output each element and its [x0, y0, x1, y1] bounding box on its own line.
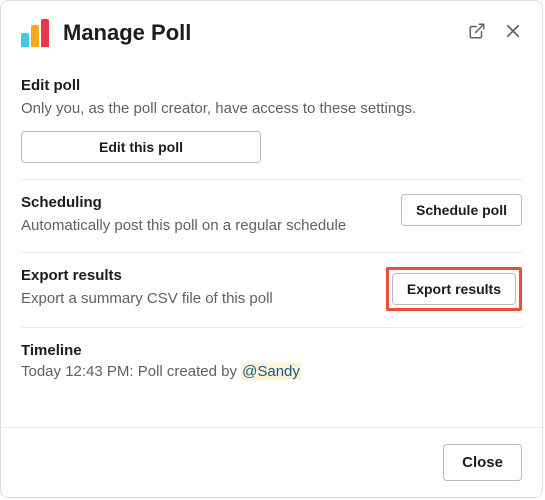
timeline-text: Today 12:43 PM: Poll created by [21, 363, 241, 380]
export-title: Export results [21, 267, 376, 284]
timeline-entry: Today 12:43 PM: Poll created by @Sandy [21, 363, 522, 380]
close-button[interactable]: Close [443, 444, 522, 481]
scheduling-desc: Automatically post this poll on a regula… [21, 215, 391, 236]
timeline-section: Timeline Today 12:43 PM: Poll created by… [21, 327, 522, 396]
close-icon[interactable] [504, 22, 522, 45]
modal-content: Edit poll Only you, as the poll creator,… [1, 57, 542, 427]
export-desc: Export a summary CSV file of this poll [21, 288, 376, 309]
export-results-button[interactable]: Export results [392, 273, 516, 305]
edit-this-poll-button[interactable]: Edit this poll [21, 131, 261, 163]
modal-title: Manage Poll [63, 20, 456, 46]
export-section: Export results Export a summary CSV file… [21, 252, 522, 327]
export-highlight: Export results [386, 267, 522, 311]
user-mention[interactable]: @Sandy [241, 363, 301, 380]
edit-poll-title: Edit poll [21, 77, 522, 94]
poll-logo-icon [21, 19, 51, 47]
timeline-title: Timeline [21, 342, 522, 359]
schedule-poll-button[interactable]: Schedule poll [401, 194, 522, 226]
modal-footer: Close [1, 427, 542, 497]
edit-poll-desc: Only you, as the poll creator, have acce… [21, 98, 522, 119]
manage-poll-modal: Manage Poll Edit poll Only you, as the p… [0, 0, 543, 498]
popout-icon[interactable] [468, 22, 486, 45]
modal-header: Manage Poll [1, 1, 542, 57]
edit-poll-section: Edit poll Only you, as the poll creator,… [21, 63, 522, 179]
scheduling-section: Scheduling Automatically post this poll … [21, 179, 522, 252]
scheduling-title: Scheduling [21, 194, 391, 211]
